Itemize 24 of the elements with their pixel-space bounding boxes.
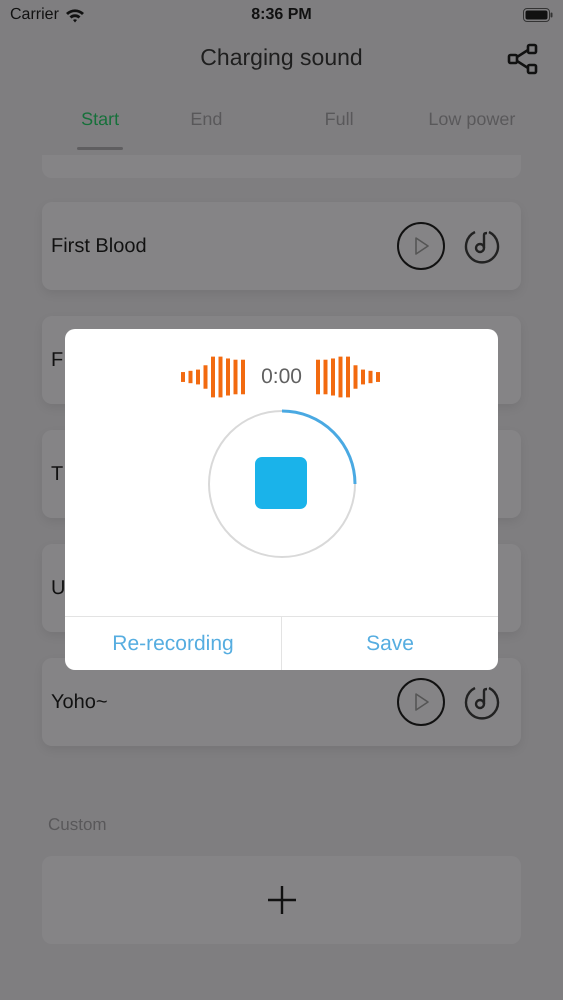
stop-button[interactable] <box>254 457 306 509</box>
plus-icon <box>266 884 298 916</box>
sound-name: First Blood <box>51 234 148 258</box>
battery-icon <box>523 8 553 22</box>
play-icon <box>412 692 430 712</box>
play-icon <box>412 236 430 256</box>
clock-time: 8:36 PM <box>251 6 312 23</box>
sound-name: F <box>51 348 64 372</box>
re-record-button[interactable]: Re-recording <box>65 617 281 670</box>
tab-indicator <box>77 147 124 150</box>
share-icon <box>507 43 539 75</box>
play-button[interactable] <box>397 222 445 270</box>
save-button[interactable]: Save <box>281 617 498 670</box>
play-button[interactable] <box>397 678 445 726</box>
wifi-icon <box>64 8 85 22</box>
waveform-icon <box>316 356 382 398</box>
carrier-name: Carrier <box>10 6 59 24</box>
tab[interactable]: Start <box>81 85 120 130</box>
sound-name: U <box>51 576 66 600</box>
waveform-icon <box>181 356 248 398</box>
timer-text: 0:00 <box>261 365 302 389</box>
sound-name: Yoho~ <box>51 690 109 714</box>
sound-name: T <box>51 462 64 486</box>
page-title: Charging sound <box>200 44 363 71</box>
